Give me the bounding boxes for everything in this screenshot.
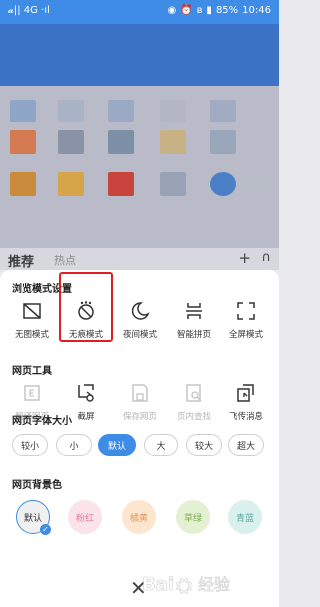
svg-text:⛭: ⛭ xyxy=(176,573,192,597)
font-size-small-option[interactable]: 小 xyxy=(56,434,92,456)
find-in-page-icon xyxy=(183,382,205,404)
find-in-page-button[interactable]: 页内查找 xyxy=(168,382,220,422)
bg-color-cyan-swatch[interactable]: 青蓝 xyxy=(228,500,262,534)
svg-text:经验: 经验 xyxy=(198,575,230,594)
check-icon: ✓ xyxy=(40,524,51,535)
page-join-icon xyxy=(183,300,205,322)
bluetooth-icon: ʙ xyxy=(196,5,203,16)
font-size-largest-option[interactable]: 超大 xyxy=(228,434,264,456)
bg-color-orange-swatch[interactable]: 橘黄 xyxy=(122,500,156,534)
bg-color-pink-swatch[interactable]: 粉红 xyxy=(68,500,102,534)
battery-percent: 85% xyxy=(215,5,239,16)
font-size-title: 网页字体大小 xyxy=(12,416,72,427)
moon-icon xyxy=(129,300,151,322)
svg-text:Bai: Bai xyxy=(142,574,174,595)
battery-icon: ▮ xyxy=(206,5,212,16)
fullscreen-icon xyxy=(235,300,257,322)
highlight-box xyxy=(59,272,113,342)
send-message-button[interactable]: 飞传消息 xyxy=(220,382,272,422)
bg-color-default-swatch[interactable]: 默认 ✓ xyxy=(16,500,51,535)
page-tools-title: 网页工具 xyxy=(12,366,52,377)
save-page-button[interactable]: 保存网页 xyxy=(114,382,166,422)
signal-indicator: 𝓪|| 4G ·ıl xyxy=(8,5,50,16)
no-image-icon xyxy=(21,300,43,322)
night-mode-button[interactable]: 夜间模式 xyxy=(114,300,166,340)
font-size-larger-option[interactable]: 较大 xyxy=(186,434,222,456)
background-tab: 热点 xyxy=(54,254,76,267)
background-tab-active: 推荐 xyxy=(8,255,35,270)
clock: 10:46 xyxy=(242,5,271,16)
font-size-large-option[interactable]: 大 xyxy=(144,434,178,456)
dimmed-background-page xyxy=(0,24,279,248)
send-message-icon xyxy=(235,382,257,404)
fullscreen-mode-button[interactable]: 全屏模式 xyxy=(220,300,272,340)
no-image-mode-button[interactable]: 无图模式 xyxy=(6,300,58,340)
headphones-icon: ∩ xyxy=(261,250,271,265)
background-content xyxy=(0,86,279,248)
background-header xyxy=(0,24,279,86)
scissors-icon xyxy=(75,382,97,404)
background-news-tabs: 推荐 热点 + ∩ xyxy=(0,248,279,270)
status-bar: 𝓪|| 4G ·ıl ◉ ⏰ ʙ ▮ 85% 10:46 xyxy=(0,0,279,24)
bg-color-green-swatch[interactable]: 草绿 xyxy=(176,500,210,534)
font-size-default-option[interactable]: 默认 xyxy=(98,434,136,456)
page-background-title: 网页背景色 xyxy=(12,480,62,491)
translate-icon xyxy=(21,382,43,404)
font-size-smaller-option[interactable]: 较小 xyxy=(12,434,48,456)
add-tab-icon: + xyxy=(238,249,251,267)
save-page-icon xyxy=(129,382,151,404)
alarm-icon: ⏰ xyxy=(180,5,193,16)
smart-page-join-button[interactable]: 智能拼页 xyxy=(168,300,220,340)
eye-icon: ◉ xyxy=(167,5,177,16)
baidu-jingyan-watermark-logo: Bai ⛭ 经验 xyxy=(142,573,231,598)
